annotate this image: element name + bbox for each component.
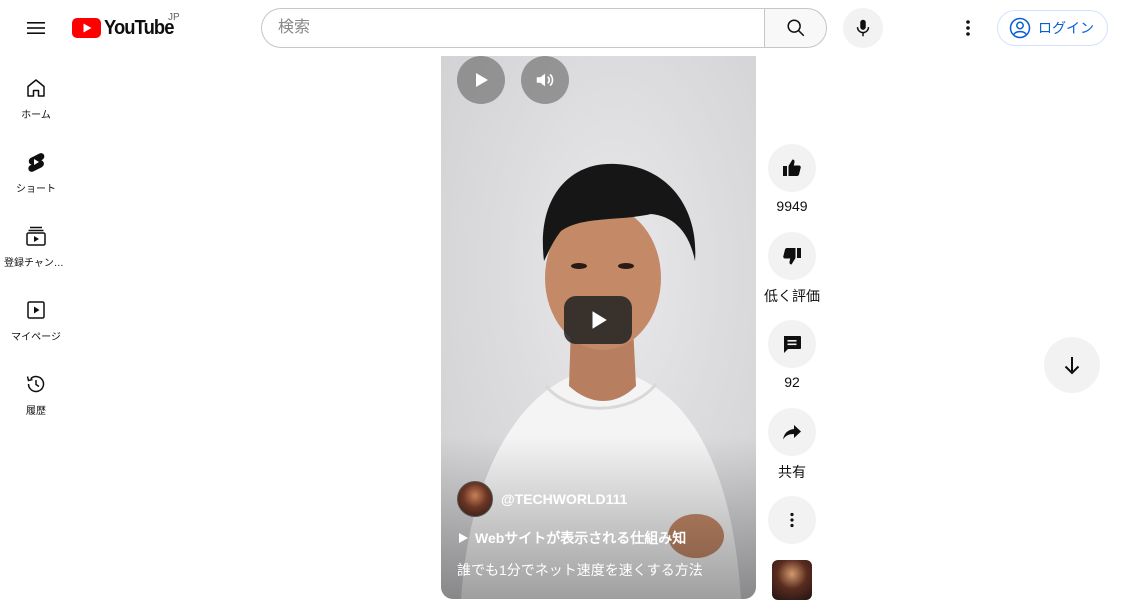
volume-button[interactable] (521, 56, 569, 104)
more-vert-icon (790, 512, 794, 528)
microphone-icon (856, 19, 870, 37)
mini-guide: ホーム ショート 登録チャンネル マイページ 履歴 (0, 56, 72, 426)
related-video-link[interactable]: Webサイトが表示される仕組み知 (457, 528, 686, 548)
search-button[interactable] (764, 8, 827, 48)
sidebar-item-label: 登録チャンネル (4, 258, 68, 269)
more-vert-icon (966, 20, 970, 36)
next-video-button[interactable] (1044, 337, 1100, 393)
sidebar-item-subscriptions[interactable]: 登録チャンネル (0, 204, 72, 278)
sidebar-item-label: ショート (16, 184, 56, 195)
sidebar-item-label: 履歴 (26, 406, 46, 417)
settings-more-button[interactable] (948, 8, 988, 48)
hamburger-menu-icon (27, 22, 45, 34)
sidebar-item-shorts[interactable]: ショート (0, 130, 72, 204)
subscriptions-icon (26, 226, 46, 246)
search-input[interactable] (261, 8, 764, 48)
channel-info[interactable]: @TECHWORLD111 (457, 481, 627, 517)
large-play-icon (592, 311, 607, 329)
logo-text: YouTube (104, 16, 174, 39)
login-button[interactable]: ログイン (997, 10, 1108, 46)
like-count: 9949 (776, 198, 808, 214)
share-icon (783, 425, 801, 440)
sidebar-item-home[interactable]: ホーム (0, 56, 72, 130)
sidebar-item-history[interactable]: 履歴 (0, 352, 72, 426)
comments-button[interactable] (768, 320, 816, 368)
youtube-play-logo-icon (72, 18, 101, 38)
channel-avatar[interactable] (457, 481, 493, 517)
channel-name[interactable]: @TECHWORLD111 (501, 491, 627, 507)
dislike-action: 低く評価 (763, 232, 821, 320)
sound-source-thumbnail[interactable] (772, 560, 812, 600)
masthead: YouTube JP ログイン (0, 0, 1124, 56)
dislike-button[interactable] (768, 232, 816, 280)
sidebar-item-label: マイページ (11, 332, 61, 343)
center-play-button[interactable] (564, 296, 632, 344)
like-button[interactable] (768, 144, 816, 192)
account-circle-icon (1009, 17, 1031, 39)
history-icon (26, 375, 45, 393)
dislike-label: 低く評価 (764, 288, 820, 304)
share-action: 共有 (763, 408, 821, 496)
play-arrow-icon (459, 533, 468, 543)
comment-count: 92 (784, 374, 800, 390)
home-icon (27, 79, 45, 97)
more-actions-button[interactable] (768, 496, 816, 544)
voice-search-button[interactable] (843, 8, 883, 48)
thumb-up-icon (783, 159, 801, 176)
comment-icon (784, 336, 801, 353)
youtube-logo[interactable]: YouTube (72, 16, 180, 40)
reel-actions: 9949 低く評価 92 共有 (763, 144, 821, 556)
arrow-down-icon (1064, 357, 1080, 375)
related-video-title: Webサイトが表示される仕組み知 (475, 530, 687, 546)
play-icon (476, 73, 488, 87)
shorts-icon (28, 153, 45, 172)
video-title[interactable]: 誰でも1分でネット速度を速くする方法 (457, 560, 703, 580)
like-action: 9949 (763, 144, 821, 232)
more-action (763, 496, 821, 556)
share-label: 共有 (778, 464, 806, 480)
thumb-down-icon (783, 248, 801, 265)
comments-action: 92 (763, 320, 821, 408)
sidebar-item-label: ホーム (21, 110, 51, 121)
country-code: JP (168, 12, 180, 23)
play-pause-button[interactable] (457, 56, 505, 104)
sidebar-item-library[interactable]: マイページ (0, 278, 72, 352)
share-button[interactable] (768, 408, 816, 456)
shorts-video-player[interactable]: @TECHWORLD111 Webサイトが表示される仕組み知 誰でも1分でネット… (441, 56, 756, 599)
login-label: ログイン (1038, 20, 1094, 36)
volume-icon (536, 73, 554, 87)
guide-menu-button[interactable] (16, 8, 56, 48)
search-bar (261, 8, 827, 48)
search-icon (786, 19, 804, 37)
library-icon (27, 301, 45, 319)
